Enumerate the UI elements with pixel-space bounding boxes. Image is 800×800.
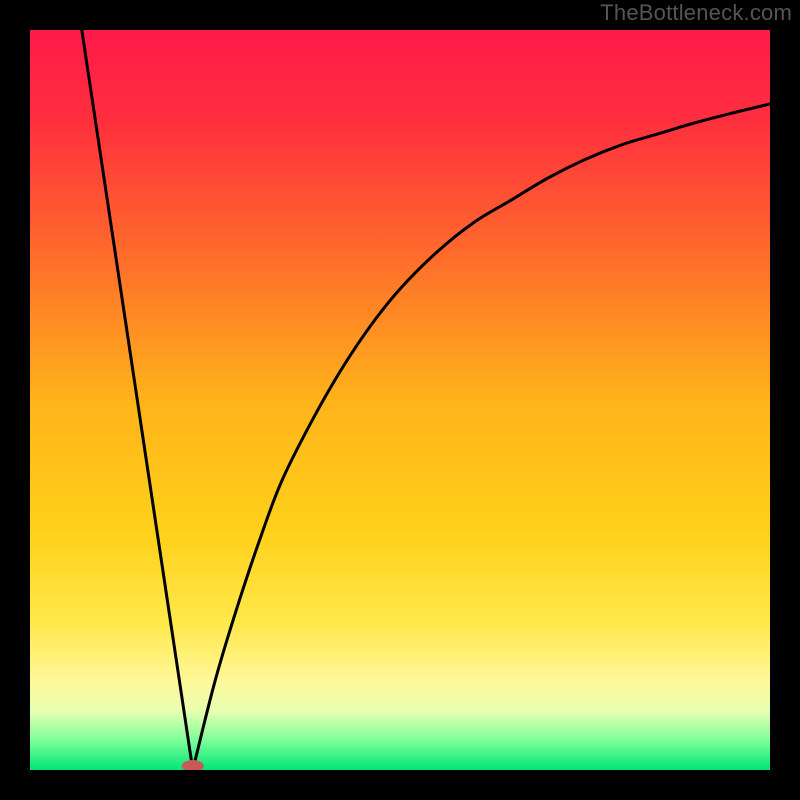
plot-area: [30, 30, 770, 770]
chart-container: TheBottleneck.com: [0, 0, 800, 800]
chart-background-gradient: [30, 30, 770, 770]
bottleneck-chart: [30, 30, 770, 770]
watermark-text: TheBottleneck.com: [600, 0, 792, 26]
